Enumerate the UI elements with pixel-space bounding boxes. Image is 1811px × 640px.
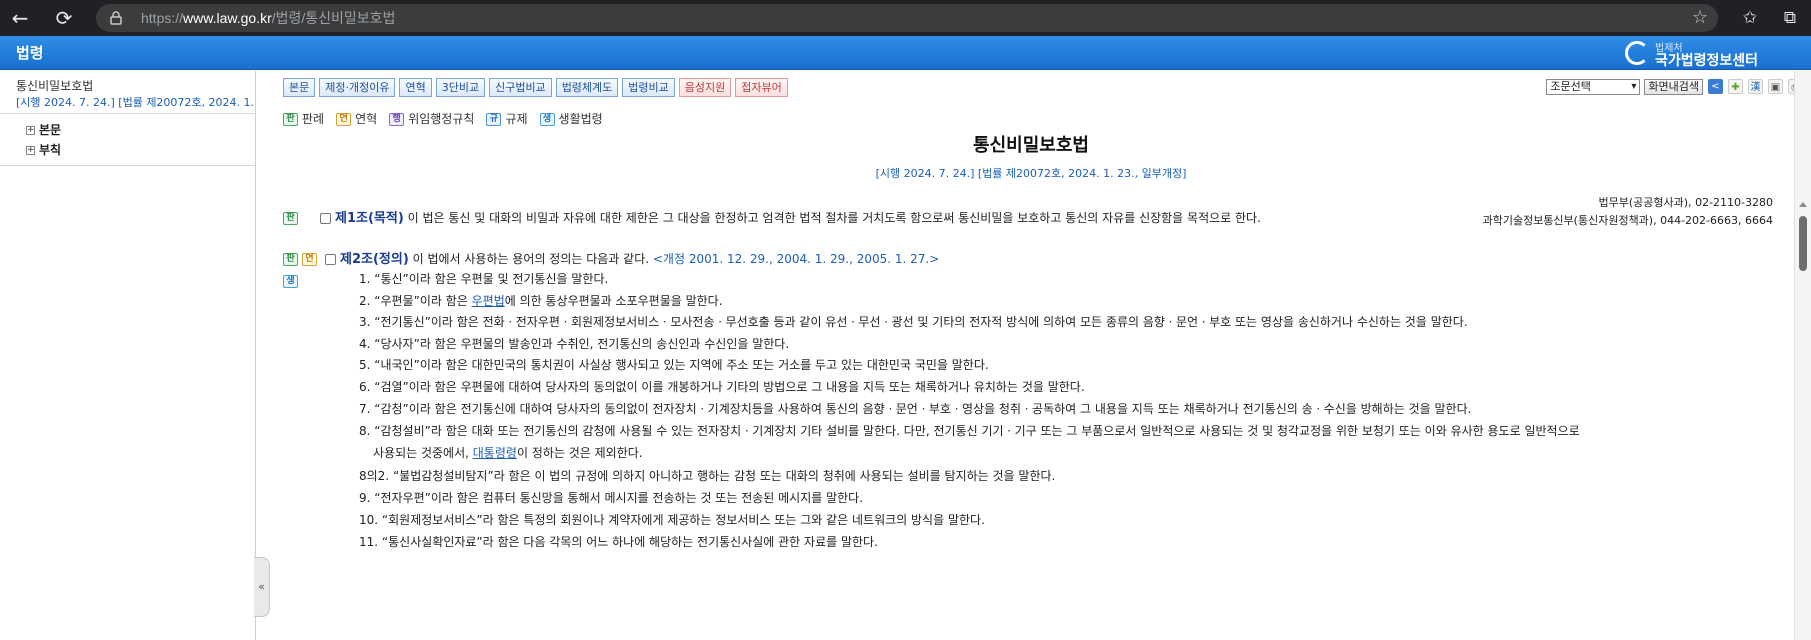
bookmark-star-icon[interactable]: ☆ (1692, 7, 1708, 28)
ministry-contact: 과학기술정보통신부(통신자원정책과), 044-202-6663, 6664 (1482, 214, 1773, 227)
article-checkbox[interactable] (325, 254, 336, 265)
header-title: 법령 (16, 44, 44, 62)
three-way-compare-button[interactable]: 3단비교 (435, 78, 486, 97)
article-checkbox[interactable] (320, 213, 331, 224)
law-title: 통신비밀보호법 (973, 135, 1089, 156)
share-icon[interactable]: < (1708, 79, 1723, 94)
favorites-icon[interactable]: ✩ (1736, 4, 1764, 32)
hanja-icon[interactable]: 漢 (1748, 79, 1763, 94)
definition-item: 11. “통신사실확인자료”라 함은 다음 각목의 어느 하나에 해당하는 전기… (359, 535, 878, 549)
legend: 판 판례 연 연혁 행 위임행정규칙 규 규제 생 생활법령 (283, 110, 615, 127)
article-text: 이 법은 통신 및 대화의 비밀과 자유에 대한 제한은 그 대상을 한정하고 … (403, 211, 1261, 225)
address-bar[interactable]: https://www.law.go.kr/법령/통신비밀보호법 ☆ (96, 4, 1718, 32)
in-page-search-button[interactable]: 화면내검색 (1644, 79, 1703, 95)
expand-icon[interactable]: + (26, 146, 35, 155)
article-heading[interactable]: 제2조(정의) (340, 252, 409, 267)
browser-chrome: ← ⟳ https://www.law.go.kr/법령/통신비밀보호법 ☆ ✩… (0, 0, 1811, 36)
article-select[interactable]: 조문선택 (1546, 79, 1641, 95)
law-compare-button[interactable]: 법령비교 (622, 78, 675, 97)
main-content: 본문 제정·개정이유 연혁 3단비교 신구법비교 법령체계도 법령비교 음성지원 접자뷰어 조문… (271, 71, 1811, 640)
legend-precedent[interactable]: 판 판례 (283, 112, 324, 126)
ministry-contact: 법무부(공공형사과), 02-2110-3280 (1598, 196, 1773, 209)
history-tag[interactable]: 연 (302, 253, 317, 266)
toolbar-right: 조문선택화면내검색<✚漢▣⎙ (1546, 78, 1803, 98)
save-icon[interactable]: ▣ (1768, 79, 1783, 94)
article-1: 판 제1조(목적) 이 법은 통신 및 대화의 비밀과 자유에 대한 제한은 그 … (283, 207, 1261, 226)
article-2: 판 연 제2조(정의) 이 법에서 사용하는 용어의 정의는 다음과 같다. <개정… (283, 248, 939, 267)
definition-item: 4. “당사자”라 함은 우편물의 발송인과 수취인, 전기통신의 송신인과 수… (359, 337, 790, 351)
definition-item: 8. “감청설비”라 함은 대화 또는 전기통신의 감청에 사용될 수 있는 전… (359, 424, 1580, 438)
toolbar: 본문 제정·개정이유 연혁 3단비교 신구법비교 법령체계도 법령비교 음성지원 접자뷰어 (283, 78, 792, 98)
precedent-tag[interactable]: 판 (283, 253, 298, 266)
scroll-thumb[interactable] (1799, 216, 1807, 271)
reload-icon[interactable]: ⟳ (50, 4, 78, 32)
left-panel: 통신비밀보호법 [시행 2024. 7. 24.] [법률 제20072호, 2… (0, 71, 256, 640)
definition-item: 3. “전기통신”이라 함은 전화ㆍ전자우편ㆍ회원제정보서비스ㆍ모사전송ㆍ무선호… (359, 315, 1468, 329)
article-heading[interactable]: 제1조(목적) (335, 211, 404, 226)
divider (0, 113, 255, 114)
definition-item: 9. “전자우편”이라 함은 컴퓨터 통신망을 통해서 메시지를 전송하는 것 … (359, 491, 864, 505)
tree-item-main[interactable]: + 본문 (26, 121, 61, 138)
extensions-icon[interactable]: ⧉ (1776, 4, 1804, 32)
definition-item: 8의2. “불법감청설비탐지”라 함은 이 법의 규정에 의하지 아니하고 행하… (359, 469, 1056, 483)
living-law-tag[interactable]: 생 (283, 275, 298, 288)
postal-act-link[interactable]: 우편법 (472, 294, 505, 308)
url-text: https://www.law.go.kr/법령/통신비밀보호법 (141, 10, 396, 26)
law-structure-button[interactable]: 법령체계도 (555, 78, 619, 97)
precedent-tag[interactable]: 판 (283, 212, 298, 225)
definition-item: 6. “검열”이라 함은 우편물에 대하여 당사자의 동의없이 이를 개봉하거나… (359, 380, 1085, 394)
scroll-up-icon[interactable] (1799, 202, 1807, 207)
legend-delegated-rules[interactable]: 행 위임행정규칙 (389, 112, 474, 126)
amendment-link[interactable]: <개정 2001. 12. 29., 2004. 1. 29., 2005. 1… (653, 252, 939, 266)
article-text: 이 법에서 사용하는 용어의 정의는 다음과 같다. (408, 252, 653, 266)
legend-history[interactable]: 연 연혁 (336, 112, 377, 126)
vertical-scrollbar[interactable] (1794, 71, 1811, 640)
collapse-panel-button[interactable]: « (254, 557, 270, 617)
tree-item-appendix[interactable]: + 부칙 (26, 141, 61, 158)
bookmark-add-icon[interactable]: ✚ (1728, 79, 1743, 94)
site-logo[interactable]: 법제처 국가법령정보센터 (1625, 39, 1785, 69)
definition-item: 10. “회원제정보서비스”라 함은 특정의 회원이나 계약자에게 제공하는 정… (359, 513, 985, 527)
logo-big-text: 국가법령정보센터 (1655, 53, 1759, 69)
law-enforcement-date: [시행 2024. 7. 24.] [법률 제20072호, 2024. 1. … (875, 167, 1187, 180)
definition-item: 5. “내국인”이라 함은 대한민국의 통치권이 사실상 행사되고 있는 지역에… (359, 358, 989, 372)
braille-viewer-button[interactable]: 접자뷰어 (735, 78, 788, 97)
expand-icon[interactable]: + (26, 126, 35, 135)
history-button[interactable]: 연혁 (399, 78, 432, 97)
tab-body-button[interactable]: 본문 (283, 78, 316, 97)
definition-item: 2. “우편물”이라 함은 우편법에 의한 통상우편물과 소포우편물을 말한다. (359, 294, 723, 308)
definition-item: 1. “통신”이라 함은 우편물 및 전기통신을 말한다. (359, 272, 609, 286)
presidential-decree-link[interactable]: 대통령령 (473, 446, 517, 460)
sidebar-law-name[interactable]: 통신비밀보호법 (16, 77, 93, 94)
logo-circle-icon (1625, 41, 1649, 65)
legend-regulation[interactable]: 규 규제 (486, 112, 528, 126)
definition-item: 7. “감청”이라 함은 전기통신에 대하여 당사자의 동의없이 전자장치ㆍ기계… (359, 402, 1472, 416)
sidebar-law-date: [시행 2024. 7. 24.] [법률 제20072호, 2024. 1. … (16, 96, 254, 109)
legend-living-law[interactable]: 생 생활법령 (539, 112, 603, 126)
divider (0, 165, 255, 166)
site-header: 법령 법제처 국가법령정보센터 (0, 36, 1811, 70)
old-new-compare-button[interactable]: 신구법비교 (489, 78, 552, 97)
back-arrow-icon[interactable]: ← (6, 4, 34, 32)
reason-button[interactable]: 제정·개정이유 (319, 78, 396, 97)
voice-support-button[interactable]: 음성지원 (678, 78, 732, 97)
definition-item-continued: 사용되는 것중에서, 대통령령이 정하는 것은 제외한다. (373, 446, 643, 460)
lock-icon (110, 11, 122, 25)
